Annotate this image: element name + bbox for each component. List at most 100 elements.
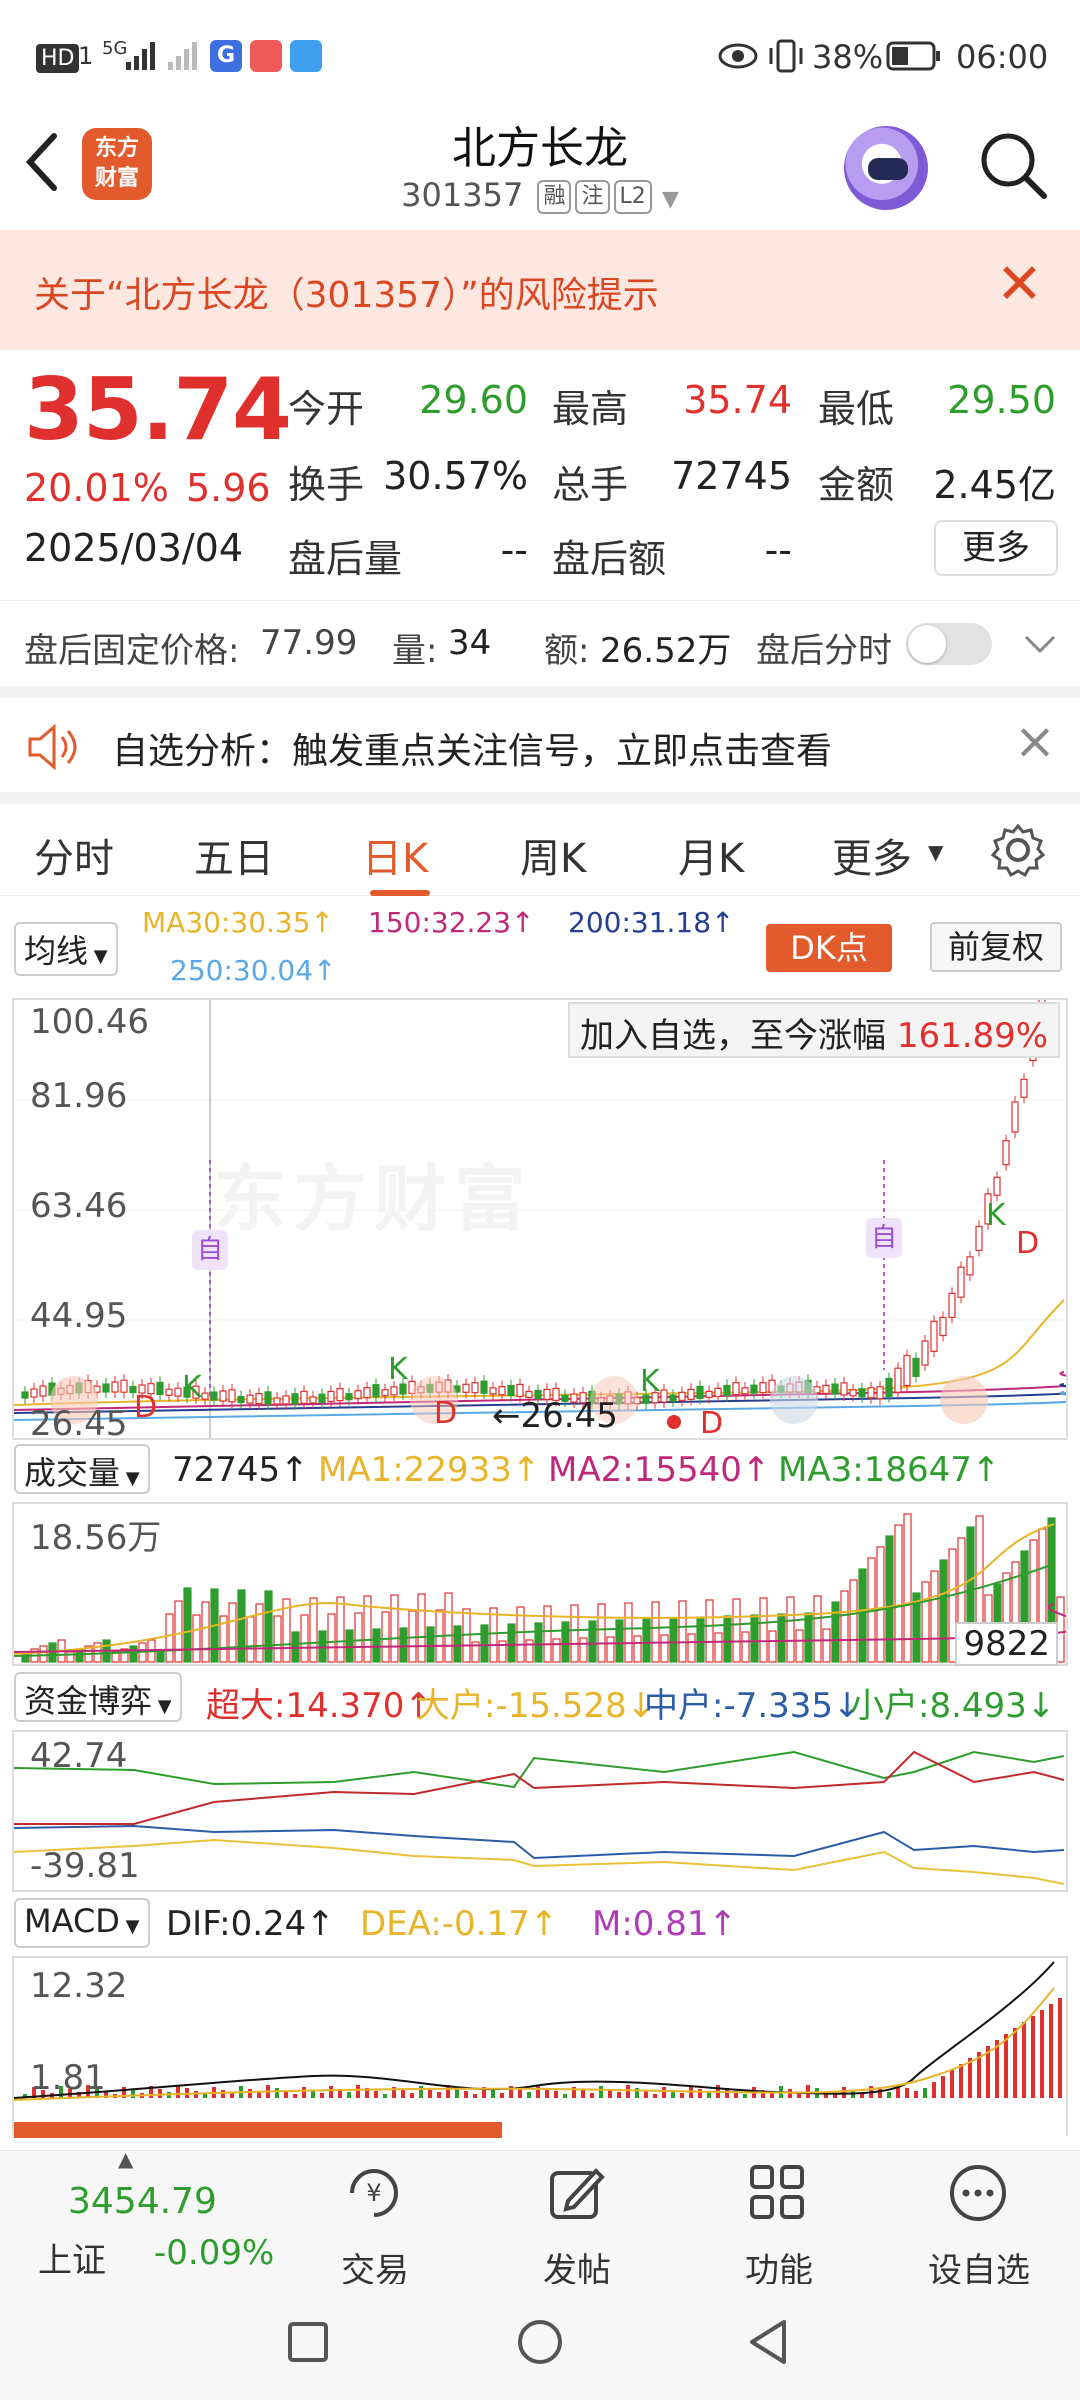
tab-daily-k[interactable]: 日K bbox=[362, 826, 428, 884]
d-signal: D bbox=[134, 1390, 158, 1425]
more-quote-button[interactable]: 更多 bbox=[934, 520, 1058, 576]
candle bbox=[120, 1379, 128, 1393]
candle bbox=[462, 1383, 470, 1393]
volume-bar bbox=[264, 1590, 273, 1663]
search-icon[interactable] bbox=[978, 130, 1050, 202]
kline-panel[interactable]: 东方财富 100.46 81.96 63.46 44.95 26.45 加入自选… bbox=[12, 998, 1068, 1444]
volume-bar bbox=[273, 1615, 282, 1663]
candle bbox=[1020, 1078, 1028, 1098]
macd-bar bbox=[995, 2040, 999, 2098]
battery-icon bbox=[886, 41, 940, 71]
volume-bar bbox=[858, 1568, 867, 1663]
fund-mid: 中户:-7.335↓ bbox=[644, 1686, 862, 1726]
candle bbox=[39, 1385, 47, 1397]
volume-bar bbox=[579, 1637, 588, 1663]
gain-since-watch: 加入自选，至今涨幅 161.89% bbox=[568, 1002, 1061, 1058]
volume-panel[interactable]: 18.56万 9822 bbox=[12, 1502, 1068, 1666]
tab-timeshare[interactable]: 分时 bbox=[34, 826, 114, 884]
nav-trade[interactable]: ¥ 交易 bbox=[310, 2151, 440, 2291]
candle bbox=[201, 1392, 209, 1400]
risk-banner[interactable]: 关于“北方长龙（301357）”的风险提示 ✕ bbox=[0, 230, 1080, 350]
volume-bar bbox=[201, 1601, 210, 1663]
candle bbox=[237, 1395, 245, 1404]
macd-bar bbox=[428, 2089, 432, 2098]
high-value: 35.74 bbox=[683, 378, 792, 422]
macd-bar bbox=[473, 2094, 477, 2098]
macd-y-mid: 1.81 bbox=[30, 2058, 106, 2098]
macd-bar bbox=[563, 2094, 567, 2098]
macd-bar bbox=[329, 2086, 333, 2098]
chevron-down-icon[interactable] bbox=[1022, 627, 1058, 663]
volume-bar bbox=[39, 1645, 48, 1663]
macd-panel[interactable]: 12.32 1.81 bbox=[12, 1956, 1068, 2138]
change-amount: 5.96 bbox=[186, 466, 271, 510]
volume-bar bbox=[426, 1626, 435, 1663]
macd-bar bbox=[176, 2085, 180, 2098]
macd-bar bbox=[959, 2064, 963, 2098]
macd-dropdown[interactable]: MACD ▼ bbox=[14, 1898, 150, 1948]
indicator-dropdown[interactable]: 均线 ▼ bbox=[14, 922, 118, 976]
home-icon[interactable] bbox=[516, 2318, 564, 2366]
volume-bar bbox=[183, 1587, 192, 1663]
back-nav-icon[interactable] bbox=[746, 2318, 790, 2366]
kline-chart bbox=[14, 1000, 1066, 1438]
index-widget[interactable]: ▲ 3454.79 上证 -0.09% bbox=[34, 2147, 274, 2281]
candle bbox=[696, 1385, 704, 1399]
macd-bar bbox=[131, 2090, 135, 2098]
candle bbox=[246, 1394, 254, 1404]
tab-five-day[interactable]: 五日 bbox=[194, 826, 274, 884]
edit-icon bbox=[550, 2168, 605, 2219]
candle bbox=[840, 1382, 848, 1396]
restore-right-button[interactable]: 前复权 bbox=[930, 922, 1062, 972]
candle bbox=[1002, 1140, 1010, 1166]
volume-bar bbox=[624, 1602, 633, 1663]
gear-icon[interactable] bbox=[990, 822, 1046, 878]
dk-point-button[interactable]: DK点 bbox=[766, 924, 892, 972]
volume-bar bbox=[552, 1638, 561, 1663]
macd-bar bbox=[1040, 2010, 1044, 2098]
after-amount-label: 盘后额 bbox=[552, 537, 667, 581]
nav-functions[interactable]: 功能 bbox=[714, 2151, 844, 2291]
candle bbox=[723, 1384, 731, 1397]
volume-bar bbox=[336, 1596, 345, 1663]
volume-current: 72745↑ bbox=[172, 1450, 309, 1490]
analysis-close-button[interactable]: × bbox=[1014, 712, 1056, 770]
tab-more[interactable]: 更多 bbox=[832, 826, 912, 884]
macd-dea: DEA:-0.17↑ bbox=[360, 1904, 559, 1944]
recent-apps-icon[interactable] bbox=[286, 2320, 330, 2364]
analysis-bar[interactable]: 自选分析：触发重点关注信号，立即点击查看 × bbox=[0, 686, 1080, 792]
battery-percent: 38% bbox=[812, 38, 884, 76]
candle bbox=[30, 1388, 38, 1398]
d-signal: D bbox=[434, 1396, 458, 1431]
candle bbox=[471, 1382, 479, 1394]
tab-weekly-k[interactable]: 周K bbox=[520, 826, 586, 884]
bottom-nav: ▲ 3454.79 上证 -0.09% ¥ 交易 发帖 功能 设自选 bbox=[0, 2147, 1080, 2291]
volume-bar bbox=[831, 1601, 840, 1663]
volume-bar bbox=[615, 1619, 624, 1663]
risk-close-button[interactable]: ✕ bbox=[996, 252, 1043, 317]
volume-bar bbox=[453, 1625, 462, 1663]
candle bbox=[354, 1390, 362, 1400]
nav-post[interactable]: 发帖 bbox=[512, 2151, 642, 2291]
registration-tag: 注 bbox=[575, 180, 610, 214]
candle bbox=[381, 1389, 389, 1397]
macd-bar bbox=[581, 2090, 585, 2098]
kline-y-label: 63.46 bbox=[30, 1186, 128, 1226]
fund-dropdown[interactable]: 资金博弈 ▼ bbox=[14, 1672, 182, 1722]
candle bbox=[732, 1382, 740, 1396]
volume-bar bbox=[876, 1546, 885, 1663]
amount-label: 金额 bbox=[818, 463, 895, 507]
volume-bar bbox=[165, 1613, 174, 1663]
nav-add-watchlist[interactable]: 设自选 bbox=[914, 2151, 1044, 2291]
volume-dropdown[interactable]: 成交量 ▼ bbox=[14, 1444, 150, 1494]
tab-monthly-k[interactable]: 月K bbox=[678, 826, 744, 884]
candle bbox=[858, 1388, 866, 1398]
candle bbox=[975, 1225, 983, 1252]
macd-bar bbox=[518, 2089, 522, 2098]
candle bbox=[255, 1392, 263, 1405]
fund-panel[interactable]: 42.74 -39.81 bbox=[12, 1730, 1068, 1892]
volume-bar bbox=[885, 1535, 894, 1663]
volume-bar bbox=[921, 1581, 930, 1663]
candle bbox=[264, 1391, 272, 1405]
candle bbox=[849, 1389, 857, 1397]
